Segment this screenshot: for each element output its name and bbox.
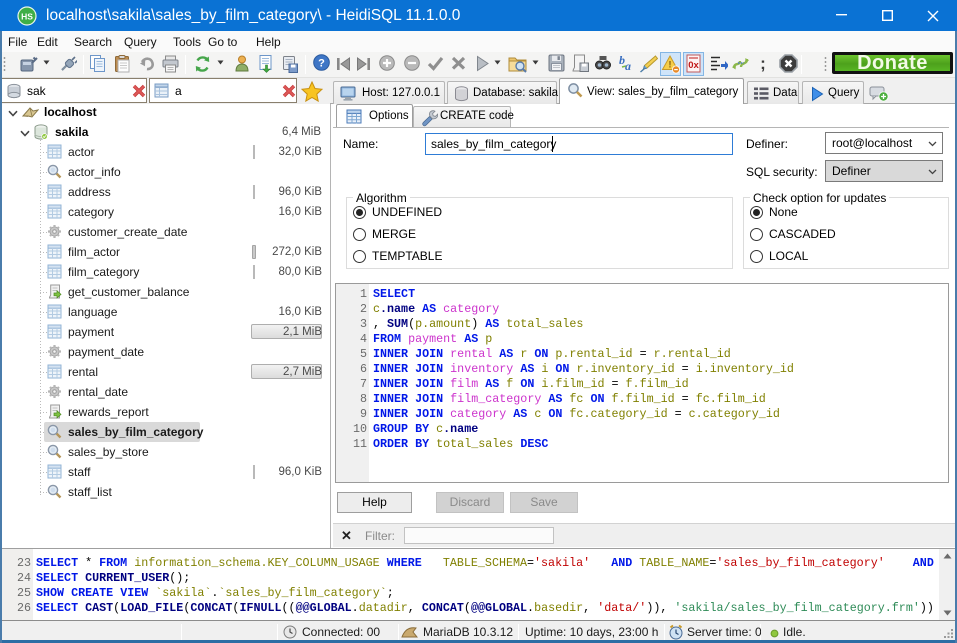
svg-text:HS: HS (21, 12, 33, 22)
svg-text:0x: 0x (688, 60, 699, 71)
svg-text:!: ! (669, 60, 672, 70)
svg-text:a: a (625, 59, 631, 72)
svg-text:;: ; (760, 54, 766, 73)
svg-text:?: ? (318, 58, 325, 70)
